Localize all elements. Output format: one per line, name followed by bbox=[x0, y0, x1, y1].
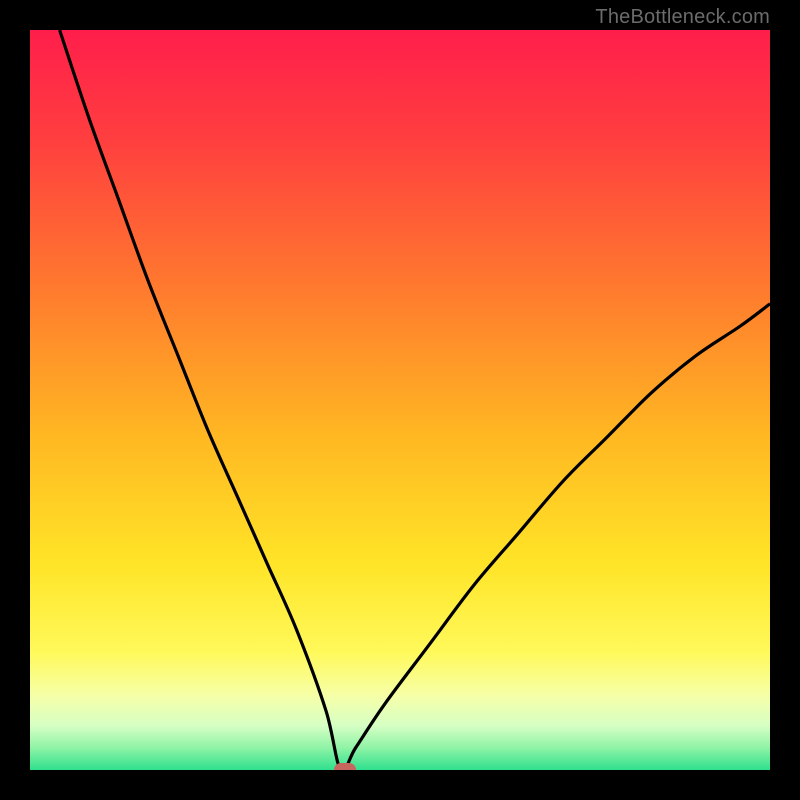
curve-path bbox=[60, 30, 770, 770]
plot-area bbox=[30, 30, 770, 770]
watermark-text: TheBottleneck.com bbox=[595, 6, 770, 29]
bottleneck-curve bbox=[30, 30, 770, 770]
optimal-point-marker bbox=[334, 763, 356, 770]
chart-frame: TheBottleneck.com bbox=[0, 0, 800, 800]
